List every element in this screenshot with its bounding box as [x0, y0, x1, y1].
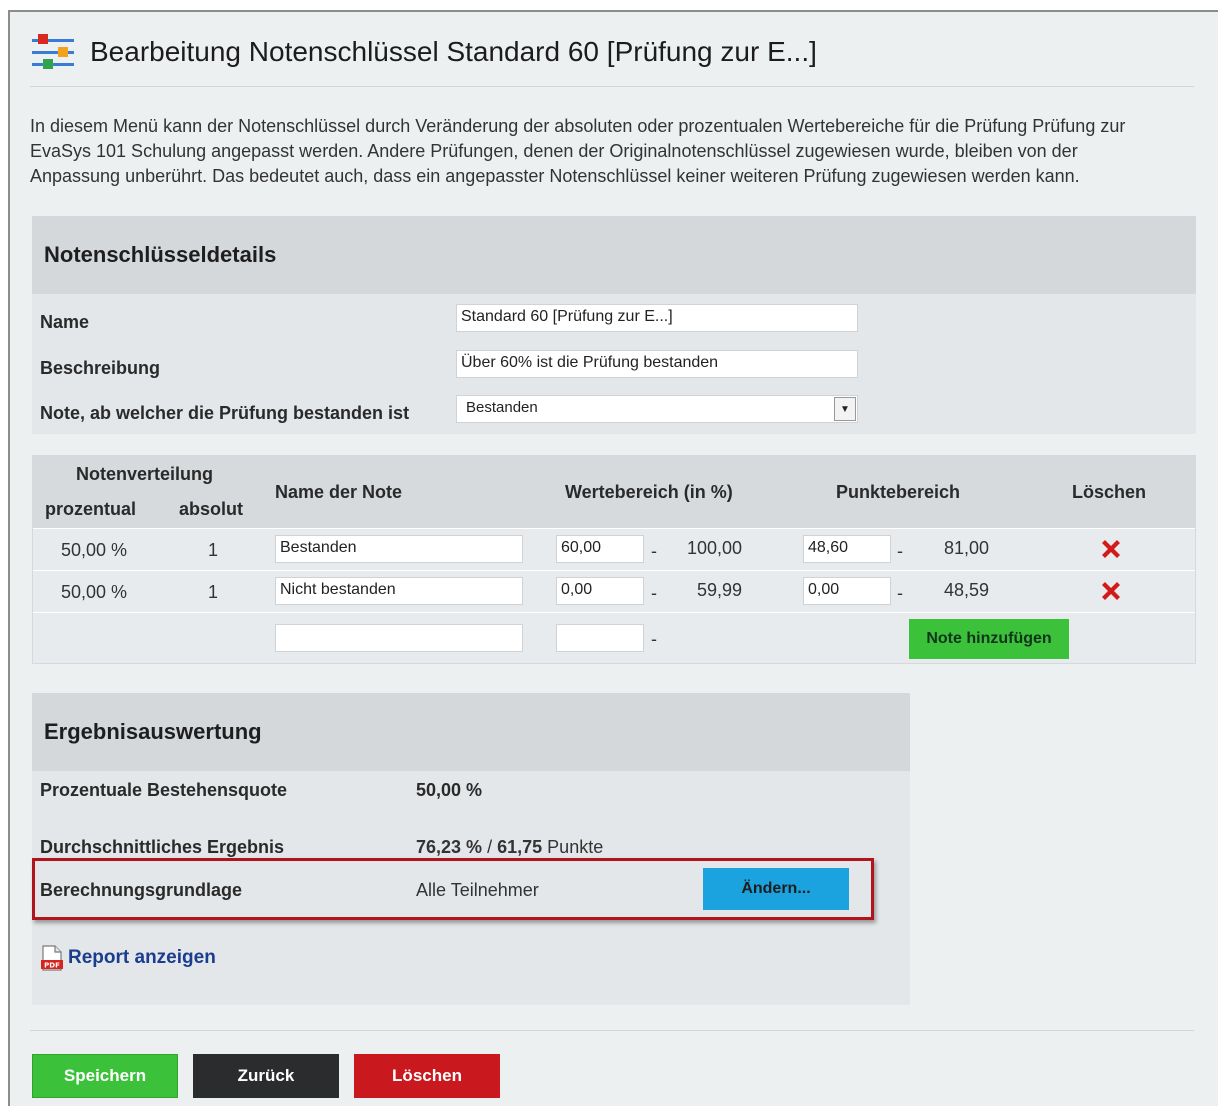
delete-icon[interactable] [1099, 537, 1123, 561]
intro-line: EvaSys 101 Schulung angepasst werden. An… [30, 141, 1078, 161]
absolute-cell: 1 [208, 582, 219, 602]
absolute-header: absolut [179, 499, 244, 519]
intro-line: In diesem Menü kann der Notenschlüssel d… [30, 116, 1126, 136]
average-label: Durchschnittliches Ergebnis [40, 837, 285, 857]
range-from-input[interactable]: 60,00 [556, 535, 644, 563]
percent-cell: 50,00 % [61, 582, 128, 602]
intro-line: Anpassung unberührt. Das bedeutet auch, … [30, 166, 1080, 186]
grades-table-header: Notenverteilung prozentual absolut Name … [33, 456, 1195, 528]
absolute-cell: 1 [208, 540, 219, 560]
new-range-from-input[interactable] [556, 624, 644, 652]
intro-text: In diesem Menü kann der Notenschlüssel d… [30, 114, 1196, 189]
divider [30, 86, 1194, 87]
grades-table: Notenverteilung prozentual absolut Name … [32, 455, 1196, 664]
pass-grade-row: Note, ab welcher die Prüfung bestanden i… [40, 397, 409, 429]
delete-button[interactable]: Löschen [354, 1054, 500, 1098]
highlight-box [32, 858, 874, 920]
points-range-header: Punktebereich [836, 482, 961, 502]
name-label: Name [40, 311, 90, 332]
grade-name-input[interactable]: Nicht bestanden [275, 577, 523, 605]
name-row: Name [40, 306, 89, 338]
add-grade-button[interactable]: Note hinzufügen [909, 619, 1069, 659]
range-separator: - [651, 629, 657, 649]
divider [30, 1030, 1194, 1031]
table-row: 50,00 % 1 Bestanden 60,00 - 100,00 48,60… [33, 528, 1195, 570]
report-link[interactable]: PDF Report anzeigen [40, 945, 216, 971]
page-title: Bearbeitung Notenschlüssel Standard 60 [… [90, 36, 817, 67]
pass-grade-label: Note, ab welcher die Prüfung bestanden i… [40, 402, 410, 423]
page-frame: Bearbeitung Notenschlüssel Standard 60 [… [8, 10, 1218, 1106]
page-header: Bearbeitung Notenschlüssel Standard 60 [… [30, 28, 817, 76]
description-row: Beschreibung [40, 352, 160, 384]
average-points-unit: Punkte [547, 837, 604, 857]
pass-rate-value: 50,00 % [416, 780, 483, 800]
delete-icon[interactable] [1099, 579, 1123, 603]
pass-grade-value: Bestanden [466, 399, 538, 416]
description-label: Beschreibung [40, 357, 161, 378]
results-heading: Ergebnisauswertung [32, 693, 910, 771]
range-from-input[interactable]: 0,00 [556, 577, 644, 605]
points-separator: - [897, 541, 903, 561]
results-panel: Ergebnisauswertung Prozentuale Bestehens… [32, 693, 910, 1005]
value-range-header: Wertebereich (in %) [565, 482, 733, 502]
details-heading: Notenschlüsseldetails [32, 216, 1196, 294]
distribution-header: Notenverteilung [76, 464, 214, 484]
average-points: 61,75 [497, 837, 543, 857]
pass-rate-label: Prozentuale Bestehensquote [40, 780, 288, 800]
new-grade-row: - Note hinzufügen [33, 612, 1195, 664]
pdf-icon: PDF [40, 945, 64, 971]
delete-header: Löschen [1072, 482, 1147, 502]
table-row: 50,00 % 1 Nicht bestanden 0,00 - 59,99 0… [33, 570, 1195, 612]
percent-cell: 50,00 % [61, 540, 128, 560]
average-percent: 76,23 % [416, 837, 483, 857]
report-link-label[interactable]: Report anzeigen [68, 947, 216, 969]
description-input[interactable]: Über 60% ist die Prüfung bestanden [456, 350, 858, 378]
range-to-value: 100,00 [687, 538, 743, 558]
range-separator: - [651, 583, 657, 603]
points-to-value: 48,59 [944, 580, 990, 600]
points-from-input[interactable]: 0,00 [803, 577, 891, 605]
back-button[interactable]: Zurück [193, 1054, 339, 1098]
average-value: 76,23 % / 61,75 Punkte [416, 837, 603, 858]
range-to-value: 59,99 [697, 580, 743, 600]
name-input[interactable]: Standard 60 [Prüfung zur E...] [456, 304, 858, 332]
new-grade-name-input[interactable] [275, 624, 523, 652]
average-separator: / [487, 837, 493, 857]
settings-sliders-icon [30, 31, 76, 73]
grade-name-header: Name der Note [275, 482, 403, 502]
svg-text:PDF: PDF [44, 962, 60, 970]
details-panel: Notenschlüsseldetails Name Standard 60 [… [32, 216, 1196, 434]
chevron-down-icon[interactable]: ▼ [834, 397, 856, 421]
points-to-value: 81,00 [944, 538, 990, 558]
range-separator: - [651, 541, 657, 561]
points-from-input[interactable]: 48,60 [803, 535, 891, 563]
grade-name-input[interactable]: Bestanden [275, 535, 523, 563]
pass-grade-select[interactable]: Bestanden ▼ [456, 395, 858, 423]
save-button[interactable]: Speichern [32, 1054, 178, 1098]
percent-header: prozentual [45, 499, 137, 519]
points-separator: - [897, 583, 903, 603]
